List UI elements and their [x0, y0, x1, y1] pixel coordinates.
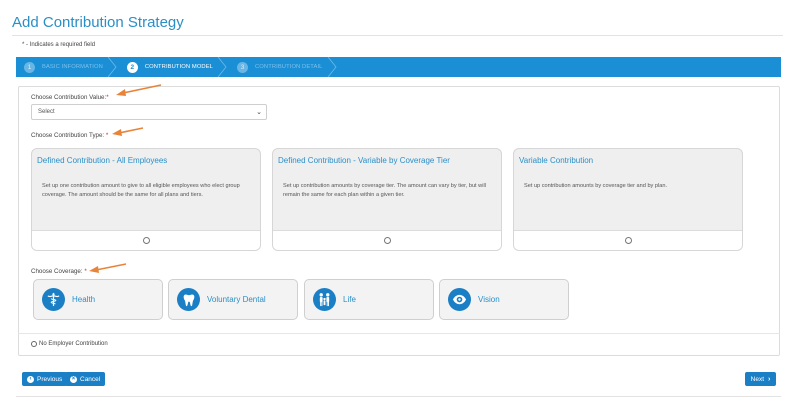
card-footer	[514, 230, 742, 250]
card-title: Defined Contribution - Variable by Cover…	[278, 156, 450, 165]
card-footer	[32, 230, 260, 250]
annotation-arrow-icon	[89, 263, 127, 273]
card-radio[interactable]	[384, 237, 391, 244]
previous-button-label: Previous	[37, 375, 63, 383]
step-basic-information[interactable]: 1 BASIC INFORMATION	[16, 57, 119, 77]
cancel-button-label: Cancel	[80, 375, 101, 383]
coverage-option-life[interactable]: Life	[304, 279, 434, 320]
next-button[interactable]: Next ›	[745, 372, 776, 386]
step-number: 3	[237, 61, 249, 73]
previous-button[interactable]: ‹ Previous	[22, 372, 68, 386]
coverage-label-text: Health	[72, 295, 96, 304]
step-chevron-icon	[327, 57, 337, 77]
step-contribution-detail[interactable]: 3 CONTRIBUTION DETAIL	[229, 57, 339, 77]
chevron-right-icon: ›	[768, 375, 771, 383]
step-number: 1	[24, 61, 35, 73]
chevron-down-icon: ⌄	[256, 109, 262, 116]
no-employer-label: No Employer Contribution	[39, 341, 108, 347]
coverage-label-text: Voluntary Dental	[207, 295, 266, 304]
annotation-arrow-icon	[112, 127, 144, 136]
card-description: Set up contribution amounts by coverage …	[283, 183, 486, 199]
next-button-label: Next	[750, 375, 765, 383]
card-footer	[273, 230, 501, 250]
required-field-note: * - Indicates a required field	[22, 42, 96, 48]
coverage-label-text: Vision	[478, 295, 500, 304]
family-icon	[313, 288, 336, 311]
select-value: Select	[38, 109, 55, 115]
contribution-type-card-variable-by-tier[interactable]: Defined Contribution - Variable by Cover…	[272, 148, 502, 251]
close-icon: ×	[70, 375, 77, 383]
step-number: 2	[126, 61, 138, 73]
step-contribution-model[interactable]: 2 CONTRIBUTION MODEL	[119, 57, 229, 77]
card-radio[interactable]	[143, 237, 150, 244]
contribution-type-card-variable[interactable]: Variable Contribution Set up contributio…	[513, 148, 743, 251]
coverage-label: Choose Coverage: *	[31, 268, 87, 275]
step-chevron-icon	[107, 57, 117, 77]
no-employer-radio[interactable]	[31, 341, 37, 347]
chevron-left-icon: ‹	[27, 375, 34, 383]
page-title: Add Contribution Strategy	[12, 14, 184, 31]
step-label: CONTRIBUTION MODEL	[144, 64, 214, 70]
cancel-button[interactable]: × Cancel	[65, 372, 106, 386]
eye-icon	[448, 288, 471, 311]
caduceus-icon	[42, 288, 65, 311]
contribution-value-select[interactable]: Select ⌄	[31, 104, 267, 120]
coverage-option-voluntary-dental[interactable]: Voluntary Dental	[168, 279, 298, 320]
card-title: Variable Contribution	[519, 156, 594, 165]
card-description: Set up contribution amounts by coverage …	[524, 183, 668, 189]
tooth-icon	[177, 288, 200, 311]
coverage-label-text: Life	[343, 295, 356, 304]
card-description: Set up one contribution amount to give t…	[42, 183, 240, 199]
contribution-value-label: Choose Contribution Value:*	[31, 94, 109, 101]
card-title: Defined Contribution - All Employees	[37, 156, 168, 165]
panel-divider	[18, 333, 780, 334]
coverage-option-health[interactable]: Health	[33, 279, 163, 320]
contribution-type-card-all-employees[interactable]: Defined Contribution - All Employees Set…	[31, 148, 261, 251]
title-divider	[12, 35, 783, 36]
step-chevron-icon	[217, 57, 227, 77]
wizard-stepper: 1 BASIC INFORMATION 2 CONTRIBUTION MODEL…	[16, 57, 781, 77]
no-employer-contribution-option[interactable]: No Employer Contribution	[31, 341, 108, 347]
step-label: BASIC INFORMATION	[42, 64, 103, 70]
coverage-option-vision[interactable]: Vision	[439, 279, 569, 320]
annotation-arrow-icon	[116, 84, 162, 96]
footer-divider	[16, 396, 781, 397]
contribution-type-label: Choose Contribution Type: *	[31, 132, 109, 139]
step-label: CONTRIBUTION DETAIL	[255, 64, 323, 70]
card-radio[interactable]	[625, 237, 632, 244]
